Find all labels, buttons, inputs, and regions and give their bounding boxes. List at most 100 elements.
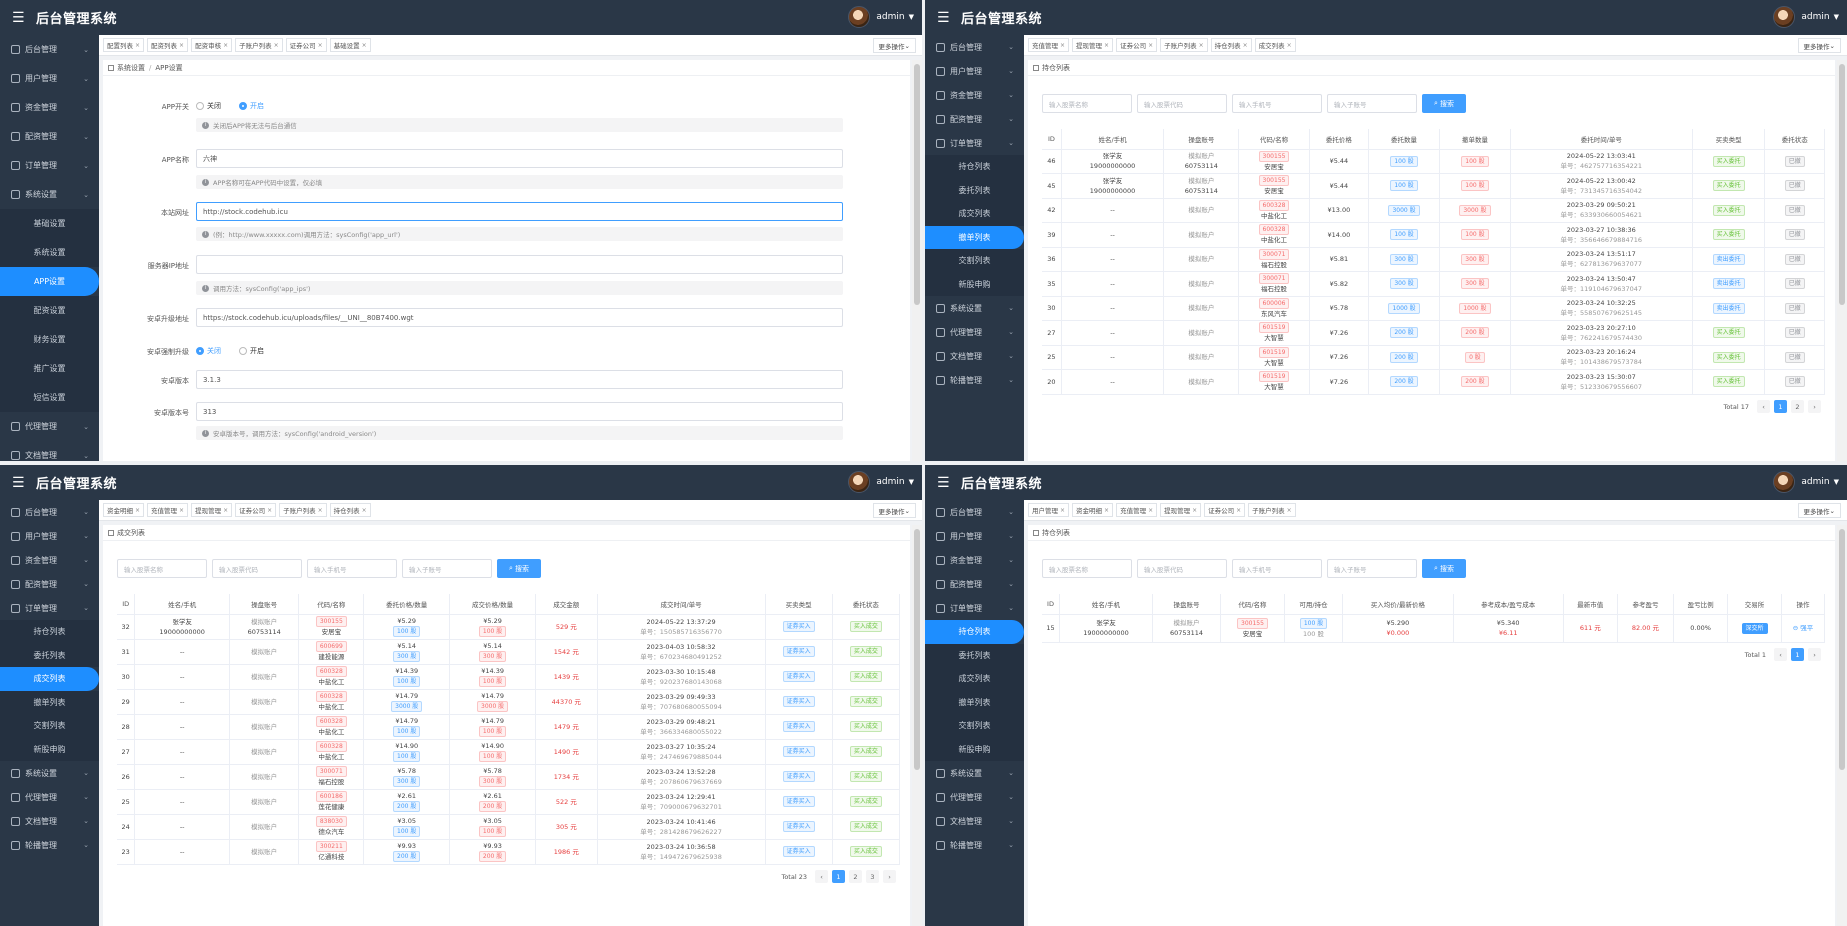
column-header[interactable]: 委托状态: [1764, 129, 1825, 150]
column-header[interactable]: ID: [1042, 129, 1062, 150]
sidebar-item[interactable]: 系统设置 ⌄: [925, 296, 1024, 320]
more-actions-button[interactable]: 更多操作 ⌄: [1797, 503, 1841, 518]
sidebar-item[interactable]: 系统设置 ⌄: [0, 761, 99, 785]
filter-input-3[interactable]: 输入子账号: [1327, 559, 1417, 578]
tab-5[interactable]: 持仓列表 ×: [329, 503, 371, 517]
tab-2[interactable]: 配资审核 ×: [191, 38, 233, 52]
sidebar-item[interactable]: 基础设置: [0, 209, 99, 238]
column-header[interactable]: 盈亏比例: [1673, 594, 1729, 615]
column-header[interactable]: 代码/名称: [1220, 594, 1285, 615]
scrollbar-thumb[interactable]: [914, 64, 920, 305]
sidebar-item[interactable]: 订单管理 ⌄: [925, 596, 1024, 620]
sidebar-item[interactable]: 后台管理 ⌄: [925, 500, 1024, 524]
next-page-button[interactable]: ›: [883, 870, 896, 883]
sidebar-item[interactable]: 撤单列表: [0, 690, 99, 714]
column-header[interactable]: ID: [1042, 594, 1061, 615]
tab-1[interactable]: 资金明细 ×: [1072, 503, 1114, 517]
sidebar-item[interactable]: 撤单列表: [925, 690, 1024, 714]
radio-on[interactable]: [239, 102, 247, 110]
close-icon[interactable]: ×: [1192, 507, 1197, 514]
more-actions-button[interactable]: 更多操作 ⌄: [872, 38, 916, 53]
page-button[interactable]: 1: [1774, 400, 1787, 413]
tab-3[interactable]: 子账户列表 ×: [235, 38, 283, 52]
close-icon[interactable]: ×: [1287, 507, 1292, 514]
column-header[interactable]: 姓名/手机: [134, 594, 230, 615]
sidebar-item[interactable]: 代理管理 ⌄: [0, 412, 99, 441]
close-icon[interactable]: ×: [179, 42, 184, 49]
column-header[interactable]: 委托状态: [832, 594, 901, 615]
close-icon[interactable]: ×: [267, 507, 272, 514]
sidebar-item[interactable]: 订单管理 ⌄: [0, 596, 99, 620]
tab-4[interactable]: 证券公司 ×: [285, 38, 327, 52]
sidebar-item[interactable]: 委托列表: [0, 643, 99, 667]
sidebar-item[interactable]: 持仓列表: [925, 620, 1024, 644]
search-button[interactable]: ⌕ 搜索: [1422, 559, 1466, 578]
sidebar-item[interactable]: 用户管理 ⌄: [925, 524, 1024, 548]
hamburger-menu-icon[interactable]: ☰: [12, 11, 28, 25]
prev-page-button[interactable]: ‹: [1757, 400, 1770, 413]
sidebar-item[interactable]: 用户管理 ⌄: [0, 524, 99, 548]
close-icon[interactable]: ×: [1287, 42, 1292, 49]
filter-input-0[interactable]: 输入股票名称: [1042, 559, 1132, 578]
tab-0[interactable]: 用户管理 ×: [1028, 503, 1070, 517]
android-version-input[interactable]: 3.1.3: [196, 370, 843, 389]
sidebar-item[interactable]: 新股申购: [925, 737, 1024, 761]
server-ip-input[interactable]: [196, 255, 843, 274]
close-icon[interactable]: ×: [1104, 42, 1109, 49]
sidebar-item[interactable]: 成交列表: [0, 667, 99, 691]
column-header[interactable]: 操盘账号: [229, 594, 300, 615]
more-actions-button[interactable]: 更多操作 ⌄: [872, 503, 916, 518]
tab-5[interactable]: 子账户列表 ×: [1248, 503, 1296, 517]
breadcrumb-item[interactable]: 系统设置: [117, 63, 145, 73]
search-button[interactable]: ⌕ 搜索: [497, 559, 541, 578]
sidebar-item[interactable]: 后台管理 ⌄: [925, 35, 1024, 59]
user-menu[interactable]: admin ▼: [848, 471, 914, 493]
page-button[interactable]: 3: [866, 870, 879, 883]
column-header[interactable]: 姓名/手机: [1059, 594, 1153, 615]
sidebar-item[interactable]: 代理管理 ⌄: [925, 785, 1024, 809]
close-icon[interactable]: ×: [135, 507, 140, 514]
tab-4[interactable]: 持仓列表 ×: [1210, 38, 1252, 52]
tab-1[interactable]: 提现管理 ×: [1072, 38, 1114, 52]
sidebar-item[interactable]: 持仓列表: [0, 620, 99, 644]
filter-input-3[interactable]: 输入子账号: [402, 559, 492, 578]
page-button[interactable]: 1: [832, 870, 845, 883]
sidebar-item[interactable]: 配资设置: [0, 296, 99, 325]
scrollbar-thumb[interactable]: [1839, 529, 1845, 770]
column-header[interactable]: 成交时间/单号: [597, 594, 766, 615]
tab-3[interactable]: 子账户列表 ×: [1160, 38, 1208, 52]
sidebar-item[interactable]: 用户管理 ⌄: [0, 64, 99, 93]
app-name-input[interactable]: 六神: [196, 149, 843, 168]
tab-1[interactable]: 充值管理 ×: [147, 503, 189, 517]
close-icon[interactable]: ×: [1243, 42, 1248, 49]
column-header[interactable]: 姓名/手机: [1061, 129, 1165, 150]
page-button[interactable]: 1: [1791, 648, 1804, 661]
radio-on[interactable]: [239, 347, 247, 355]
filter-input-2[interactable]: 输入手机号: [307, 559, 397, 578]
hamburger-menu-icon[interactable]: ☰: [937, 476, 953, 490]
column-header[interactable]: 参考成本/盈亏成本: [1453, 594, 1564, 615]
next-page-button[interactable]: ›: [1808, 400, 1821, 413]
filter-input-1[interactable]: 输入股票代码: [1137, 94, 1227, 113]
sidebar-item[interactable]: 配资管理 ⌄: [0, 572, 99, 596]
tab-3[interactable]: 提现管理 ×: [1160, 503, 1202, 517]
hamburger-menu-icon[interactable]: ☰: [937, 11, 953, 25]
site-url-input[interactable]: http://stock.codehub.icu: [196, 202, 843, 221]
column-header[interactable]: 操作: [1781, 594, 1825, 615]
column-header[interactable]: 买卖类型: [1692, 129, 1766, 150]
tab-5[interactable]: 成交列表 ×: [1254, 38, 1296, 52]
column-header[interactable]: 代码/名称: [298, 594, 365, 615]
close-icon[interactable]: ×: [1236, 507, 1241, 514]
sidebar-item[interactable]: 配资管理 ⌄: [925, 107, 1024, 131]
sidebar-item[interactable]: 系统设置: [0, 238, 99, 267]
close-icon[interactable]: ×: [1104, 507, 1109, 514]
tab-0[interactable]: 配置列表 ×: [103, 38, 145, 52]
close-icon[interactable]: ×: [362, 42, 367, 49]
column-header[interactable]: 成交价格/数量: [449, 594, 537, 615]
sidebar-item[interactable]: 新股申购: [0, 737, 99, 761]
page-button[interactable]: 2: [1791, 400, 1804, 413]
sidebar-item[interactable]: 持仓列表: [925, 155, 1024, 179]
sidebar-item[interactable]: 交割列表: [925, 249, 1024, 273]
android-code-input[interactable]: 313: [196, 402, 843, 421]
sidebar-item[interactable]: 后台管理 ⌄: [0, 35, 99, 64]
